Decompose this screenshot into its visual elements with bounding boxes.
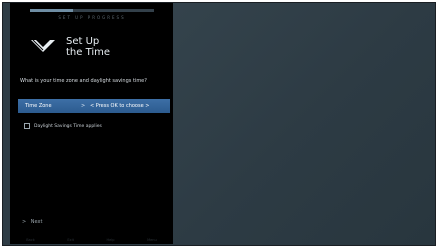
progress-label: SET UP PROGRESS	[58, 15, 126, 20]
question-text: What is your time zone and daylight savi…	[20, 78, 147, 84]
next-label: Next	[30, 219, 43, 225]
dst-option[interactable]: Daylight Savings Time applies	[24, 123, 102, 129]
tv-background	[173, 3, 435, 245]
progress-fill	[30, 9, 74, 12]
dst-label: Daylight Savings Time applies	[34, 123, 102, 129]
chevron-right-icon: >	[81, 103, 86, 109]
screen-frame: SET UP PROGRESS Set Up the Time What is …	[2, 2, 436, 246]
chevron-right-icon: >	[22, 219, 27, 225]
next-button[interactable]: > Next	[22, 219, 42, 225]
setup-panel: SET UP PROGRESS Set Up the Time What is …	[10, 3, 173, 244]
time-zone-value: < Press OK to choose >	[90, 103, 150, 109]
progress-bar	[30, 9, 154, 12]
checkbox-icon[interactable]	[24, 123, 30, 129]
title-line-1: Set Up	[66, 36, 100, 47]
title-line-2: the Time	[66, 47, 111, 58]
hint-menu: Menu	[147, 238, 157, 242]
hint-back: Back	[26, 238, 35, 242]
vizio-logo-icon	[31, 39, 55, 52]
time-zone-label: Time Zone	[25, 103, 52, 109]
hint-exit: Exit	[67, 238, 74, 242]
time-zone-option[interactable]: Time Zone > < Press OK to choose >	[18, 99, 170, 113]
bottom-hint-bar: Back Exit Help Menu	[10, 236, 173, 244]
page-title: Set Up the Time	[66, 36, 110, 58]
hint-help: Help	[106, 238, 115, 242]
